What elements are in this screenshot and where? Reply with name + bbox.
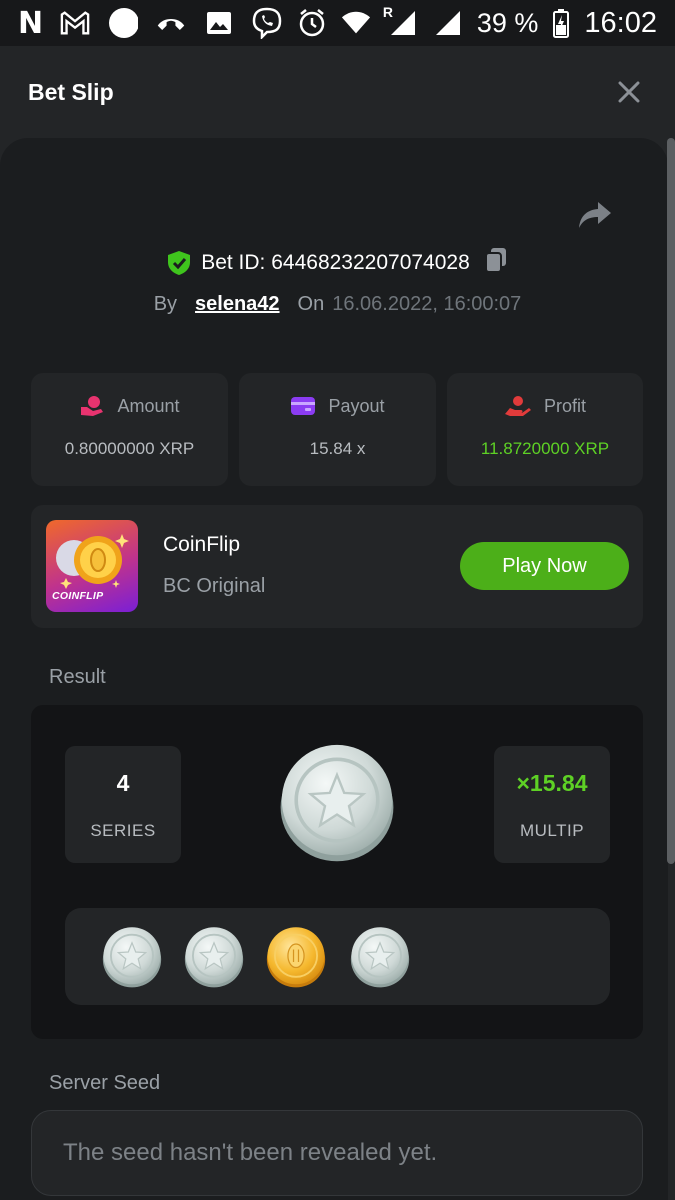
game-subtitle: BC Original [163, 575, 266, 597]
share-button[interactable] [578, 200, 614, 234]
silver-star-coin-icon [101, 925, 163, 989]
username-link[interactable]: selena42 [195, 293, 280, 316]
page-title: Bet Slip [28, 78, 114, 105]
coinflip-thumb-text: COINFLIP [52, 590, 104, 602]
result-panel: 4 SERIES ×15.84 MULTIP [31, 705, 643, 1039]
bet-id: Bet ID: 64468232207074028 [201, 251, 470, 274]
series-value: 4 [116, 770, 130, 796]
close-button[interactable] [611, 74, 647, 110]
server-seed-field: The seed hasn't been revealed yet. [31, 1110, 643, 1196]
circle-icon [108, 8, 139, 38]
roaming-indicator: R [382, 4, 393, 20]
server-seed-message: The seed hasn't been revealed yet. [63, 1139, 438, 1166]
bet-date: 16.06.2022, 16:00:07 [332, 292, 522, 315]
share-icon [579, 202, 611, 228]
multiplier-card: ×15.84 MULTIP [494, 746, 610, 863]
wifi-icon [341, 8, 371, 38]
series-label: SERIES [90, 821, 156, 840]
netflix-icon: N [18, 5, 43, 41]
close-icon [618, 81, 640, 103]
multiplier-label: MULTIP [519, 821, 585, 840]
game-name: CoinFlip [163, 533, 241, 556]
payout-icon [291, 397, 316, 415]
play-now-button[interactable]: Play Now [460, 542, 629, 590]
gmail-icon [60, 8, 90, 38]
alarm-icon [297, 8, 327, 38]
series-card: 4 SERIES [65, 746, 181, 863]
bet-id-row: Bet ID: 64468232207074028 [0, 244, 675, 282]
verified-shield-icon [168, 251, 191, 275]
battery-icon [552, 8, 570, 38]
payout-label: Payout [328, 395, 385, 416]
profit-card: Profit 11.8720000 XRP [447, 373, 643, 486]
silver-star-coin-icon [183, 925, 245, 989]
gold-bitcoin-coin-icon [265, 925, 327, 989]
signal-roaming-icon: R [383, 4, 419, 38]
game-card: COINFLIP CoinFlip BC Original Play Now [31, 505, 643, 628]
missed-call-icon [156, 8, 186, 38]
viber-icon [252, 7, 282, 39]
server-seed-label: Server Seed [49, 1072, 161, 1094]
clock: 16:02 [584, 6, 657, 39]
copy-icon [484, 248, 506, 273]
result-label: Result [49, 666, 106, 688]
coin-series-tray [65, 908, 610, 1005]
amount-card: Amount 0.80000000 XRP [31, 373, 228, 486]
status-bar: N R 39 % 16:02 [0, 0, 675, 46]
bet-meta-row: By selena42 On 16.06.2022, 16:00:07 [0, 286, 675, 322]
payout-card: Payout 15.84 x [239, 373, 436, 486]
coinflip-thumbnail[interactable]: COINFLIP [46, 520, 138, 612]
gallery-icon [204, 8, 234, 38]
payout-value: 15.84 x [309, 439, 366, 458]
by-label: By [153, 292, 178, 315]
result-coin-icon [277, 740, 397, 865]
profit-value: 11.8720000 XRP [480, 439, 610, 458]
amount-icon [81, 396, 104, 416]
battery-percent: 39 % [476, 7, 539, 38]
signal-icon [433, 8, 463, 38]
silver-star-coin-icon [349, 925, 411, 989]
profit-icon [504, 396, 531, 416]
copy-button[interactable] [484, 247, 508, 279]
amount-label: Amount [117, 395, 180, 416]
on-label: On [297, 292, 325, 315]
bet-slip-header: Bet Slip [0, 46, 675, 138]
profit-label: Profit [543, 395, 586, 416]
amount-value: 0.80000000 XRP [64, 439, 195, 458]
multiplier-value: ×15.84 [516, 770, 588, 796]
